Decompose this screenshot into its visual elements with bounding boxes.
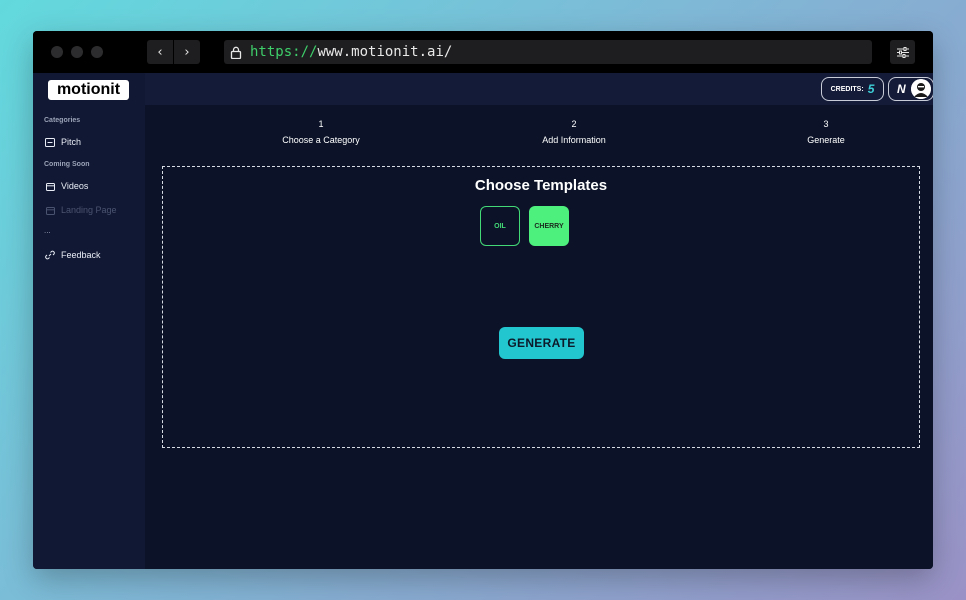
sidebar-item-videos[interactable]: Videos [45, 181, 88, 191]
presentation-icon [45, 137, 55, 147]
url-scheme: https:// [250, 44, 318, 60]
chevron-right-icon: › [184, 44, 190, 60]
credits-count: 5 [867, 82, 875, 96]
sidebar-section-categories: Categories [44, 117, 81, 124]
step-choose-category[interactable]: 1 Choose a Category [251, 119, 391, 145]
template-oil-button[interactable]: OIL [480, 206, 520, 246]
url-host: www.motionit.ai/ [317, 44, 453, 60]
sidebar-item-pitch[interactable]: Pitch [45, 137, 81, 147]
sidebar-item-label: Feedback [61, 250, 101, 260]
sidebar-item-label: Videos [61, 181, 89, 191]
template-cherry-button[interactable]: CHERRY [529, 206, 569, 246]
sidebar-item-feedback[interactable]: Feedback [45, 250, 101, 260]
calendar-icon [45, 181, 55, 191]
sidebar-item-landing-page: Landing Page [45, 205, 117, 215]
step-number: 3 [823, 119, 829, 129]
profile-initial: N [897, 82, 906, 96]
sidebar: motionit Categories Pitch Coming Soon Vi… [33, 73, 145, 569]
step-number: 1 [318, 119, 324, 129]
step-label: Choose a Category [282, 135, 360, 145]
step-generate[interactable]: 3 Generate [756, 119, 896, 145]
sidebar-section-coming-soon: Coming Soon [44, 161, 90, 168]
sidebar-item-label: Pitch [61, 137, 82, 147]
sliders-icon [896, 46, 909, 58]
step-label: Generate [807, 135, 845, 145]
credits-badge[interactable]: CREDITS: 5 [821, 77, 884, 101]
back-button[interactable]: ‹ [147, 40, 173, 64]
forward-button[interactable]: › [174, 40, 200, 64]
browser-titlebar: ‹ › https://www.motionit.ai/ [33, 31, 933, 73]
template-panel: Choose Templates OIL CHERRY GENERATE [162, 166, 920, 448]
window-close-dot[interactable] [51, 46, 63, 58]
step-add-information[interactable]: 2 Add Information [504, 119, 644, 145]
calendar-icon [45, 205, 55, 215]
window-minimize-dot[interactable] [71, 46, 83, 58]
main-content: 1 Choose a Category 2 Add Information 3 … [145, 105, 933, 569]
profile-button[interactable]: N [888, 77, 933, 101]
credits-label: CREDITS: [830, 85, 864, 93]
panel-title: Choose Templates [474, 177, 608, 194]
avatar [911, 79, 931, 99]
address-bar[interactable]: https://www.motionit.ai/ [224, 40, 872, 64]
lock-icon [230, 45, 244, 59]
top-bar: CREDITS: 5 N [145, 73, 933, 105]
sidebar-item-label: Landing Page [61, 205, 117, 215]
browser-window: ‹ › https://www.motionit.ai/ motionit Ca… [33, 31, 933, 569]
generate-button[interactable]: GENERATE [499, 327, 584, 359]
step-number: 2 [571, 119, 577, 129]
window-zoom-dot[interactable] [91, 46, 103, 58]
chevron-left-icon: ‹ [157, 44, 163, 60]
browser-settings-button[interactable] [890, 40, 915, 64]
sidebar-ellipsis: ... [44, 226, 51, 235]
step-label: Add Information [542, 135, 606, 145]
app-logo[interactable]: motionit [48, 80, 129, 100]
link-icon [45, 250, 55, 260]
